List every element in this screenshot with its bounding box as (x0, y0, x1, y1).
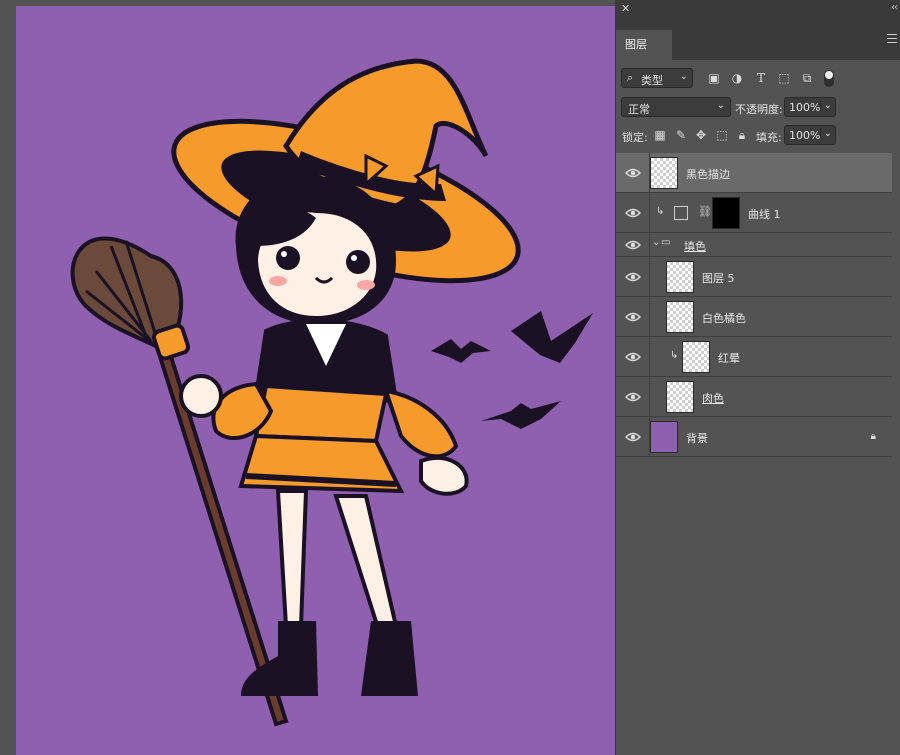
filter-kind-select[interactable]: ⌕ 类型 ⌄ (621, 68, 693, 88)
panel-title-bar: ✕ ‹‹ (616, 0, 900, 20)
chevron-down-icon[interactable]: ⌄ (819, 100, 832, 111)
shape-filter-icon[interactable]: ⬚ (776, 70, 792, 86)
layer-name[interactable]: 背景 (686, 430, 708, 446)
layer-row[interactable]: 白色橘色 (616, 297, 892, 337)
lock-icon[interactable]: 🔒︎ (871, 431, 876, 442)
smart-object-filter-icon[interactable]: ⧉ (799, 70, 815, 86)
layer-name[interactable]: 肉色 (702, 390, 724, 406)
layer-thumbnail[interactable] (666, 301, 694, 333)
layer-group-row[interactable]: ⌄ ▭ 填色 (616, 233, 892, 257)
filter-toggle[interactable] (824, 70, 834, 87)
divider (649, 257, 650, 296)
panel-menu-icon[interactable] (887, 34, 897, 46)
layer-filter-row: ⌕ 类型 ⌄ ▣ ◑ T ⬚ ⧉ (616, 68, 900, 90)
lock-all-icon[interactable]: 🔒︎ (734, 127, 750, 143)
mask-thumbnail[interactable] (712, 197, 740, 229)
layer-thumbnail[interactable] (666, 381, 694, 413)
eye-icon[interactable] (625, 391, 641, 403)
girl-body (179, 319, 469, 696)
divider (649, 297, 650, 336)
canvas-area[interactable] (0, 0, 642, 755)
divider (649, 377, 650, 416)
lock-paint-icon[interactable]: ✎ (673, 127, 689, 143)
opacity-value: 100% (789, 101, 821, 114)
layer-row[interactable]: ↳ ⛓︎ 曲线 1 (616, 193, 892, 233)
opacity-field[interactable]: 100% ⌄ (784, 97, 836, 117)
eye-icon[interactable] (625, 239, 641, 251)
chevron-down-icon: ⌄ (716, 100, 725, 111)
fill-field[interactable]: 100% ⌄ (784, 125, 836, 145)
layer-row[interactable]: 肉色 (616, 377, 892, 417)
panel-tab-row: 图层 (616, 20, 900, 60)
adjustment-filter-icon[interactable]: ◑ (729, 70, 745, 86)
image-filter-icon[interactable]: ▣ (706, 70, 722, 86)
curves-adjustment-icon[interactable] (674, 206, 688, 220)
artboard[interactable] (16, 6, 642, 755)
lock-row: 锁定: ▦ ✎ ✥ ⬚ 🔒︎ 填充: 100% ⌄ (616, 125, 900, 147)
eye-icon[interactable] (625, 167, 641, 179)
chevron-down-icon: ⌄ (679, 71, 688, 82)
type-filter-icon[interactable]: T (753, 70, 769, 86)
layer-row[interactable]: ↳ 红晕 (616, 337, 892, 377)
bats (431, 311, 593, 429)
layer-row[interactable]: 图层 5 (616, 257, 892, 297)
layer-thumbnail[interactable] (666, 261, 694, 293)
eye-icon[interactable] (625, 431, 641, 443)
layer-list: 黑色描边 ↳ ⛓︎ 曲线 1 ⌄ ▭ 填色 图层 5 白色橘色 ↳ 红晕 肉色 … (616, 153, 892, 457)
clip-arrow-icon: ↳ (656, 205, 665, 217)
folder-icon: ▭ (661, 237, 671, 248)
close-icon[interactable]: ✕ (621, 2, 630, 15)
layer-name[interactable]: 填色 (684, 238, 706, 254)
chevron-down-icon[interactable]: ⌄ (652, 237, 660, 248)
layer-name[interactable]: 红晕 (718, 350, 740, 366)
blend-mode-value: 正常 (628, 103, 650, 116)
girl-head (235, 175, 396, 325)
witch-illustration (70, 58, 593, 727)
layer-name[interactable]: 图层 5 (702, 270, 735, 286)
layer-thumbnail[interactable] (650, 157, 678, 189)
divider (649, 337, 650, 376)
search-icon: ⌕ (627, 71, 634, 84)
filter-kind-label: 类型 (641, 74, 663, 87)
lock-position-icon[interactable]: ✥ (693, 127, 709, 143)
chevron-down-icon[interactable]: ⌄ (819, 128, 832, 139)
divider (649, 233, 650, 256)
lock-label: 锁定: (622, 131, 648, 144)
layer-row[interactable]: 黑色描边 (616, 153, 892, 193)
layer-name[interactable]: 曲线 1 (748, 206, 781, 222)
lock-transparency-icon[interactable]: ▦ (652, 127, 668, 143)
layer-name[interactable]: 黑色描边 (686, 166, 730, 182)
divider (649, 193, 650, 232)
layer-name[interactable]: 白色橘色 (702, 310, 746, 326)
fill-value: 100% (789, 129, 821, 142)
layer-thumbnail[interactable] (650, 421, 678, 453)
layer-row-background[interactable]: 背景 🔒︎ (616, 417, 892, 457)
eye-icon[interactable] (625, 351, 641, 363)
blend-mode-select[interactable]: 正常 ⌄ (621, 97, 731, 117)
eye-icon[interactable] (625, 311, 641, 323)
opacity-label: 不透明度: (735, 103, 783, 116)
layers-panel: ✕ ‹‹ 图层 ⌕ 类型 ⌄ ▣ ◑ T ⬚ ⧉ 正常 ⌄ 不透明度: 100%… (615, 0, 900, 755)
layer-thumbnail[interactable] (682, 341, 710, 373)
eye-icon[interactable] (625, 207, 641, 219)
collapse-icon[interactable]: ‹‹ (891, 2, 898, 13)
fill-label: 填充: (756, 131, 782, 144)
blend-row: 正常 ⌄ 不透明度: 100% ⌄ (616, 97, 900, 119)
tab-layers[interactable]: 图层 (616, 30, 672, 60)
eye-icon[interactable] (625, 271, 641, 283)
lock-artboard-icon[interactable]: ⬚ (714, 127, 730, 143)
link-icon[interactable]: ⛓︎ (698, 205, 712, 218)
clip-arrow-icon: ↳ (670, 349, 679, 361)
